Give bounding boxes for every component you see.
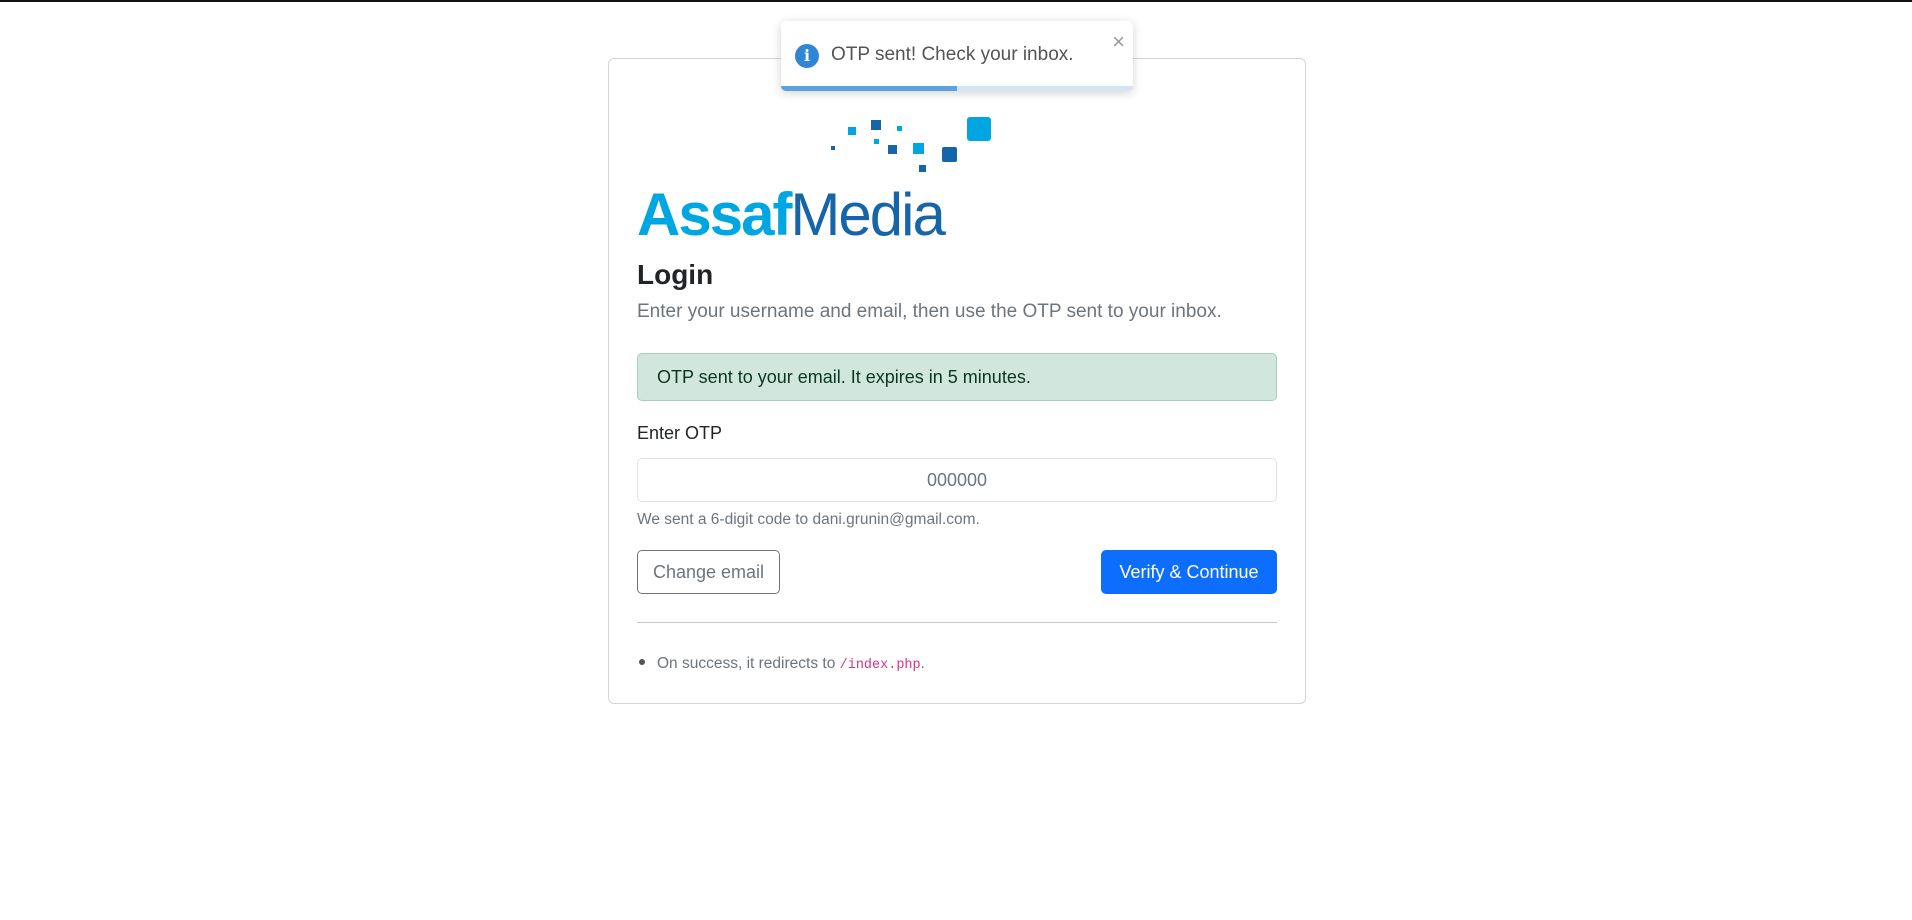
close-icon[interactable]: × <box>1112 31 1125 53</box>
bullet-icon <box>639 659 645 666</box>
otp-help-text: We sent a 6-digit code to dani.grunin@gm… <box>637 511 980 528</box>
note-suffix: . <box>920 655 925 672</box>
note-prefix: On success, it redirects to <box>657 655 840 672</box>
assafmedia-logo: AssafMedia <box>637 117 991 245</box>
page-title: Login <box>637 259 714 290</box>
otp-toast: i OTP sent! Check your inbox. × <box>781 21 1133 91</box>
login-card: AssafMedia Login Enter your username and… <box>608 58 1306 704</box>
divider <box>637 622 1277 623</box>
otp-input[interactable] <box>637 458 1277 502</box>
verify-continue-button[interactable]: Verify & Continue <box>1101 550 1277 594</box>
top-edge-strip <box>0 0 1912 2</box>
svg-text:AssafMedia: AssafMedia <box>637 181 946 245</box>
logo-text-media: Media <box>790 181 946 245</box>
page-subtitle: Enter your username and email, then use … <box>637 301 1222 322</box>
otp-label: Enter OTP <box>637 423 723 443</box>
info-icon: i <box>795 44 819 68</box>
logo-squares <box>831 117 991 172</box>
toast-progress-bar <box>781 86 1133 91</box>
toast-progress-fill <box>781 86 957 91</box>
redirect-path: /index.php <box>839 658 921 673</box>
logo-text-assaf: Assaf <box>637 181 793 245</box>
toast-message: OTP sent! Check your inbox. <box>831 44 1074 65</box>
change-email-button[interactable]: Change email <box>637 550 780 594</box>
success-alert: OTP sent to your email. It expires in 5 … <box>637 353 1277 401</box>
redirect-note: On success, it redirects to /index.php. <box>637 655 925 673</box>
